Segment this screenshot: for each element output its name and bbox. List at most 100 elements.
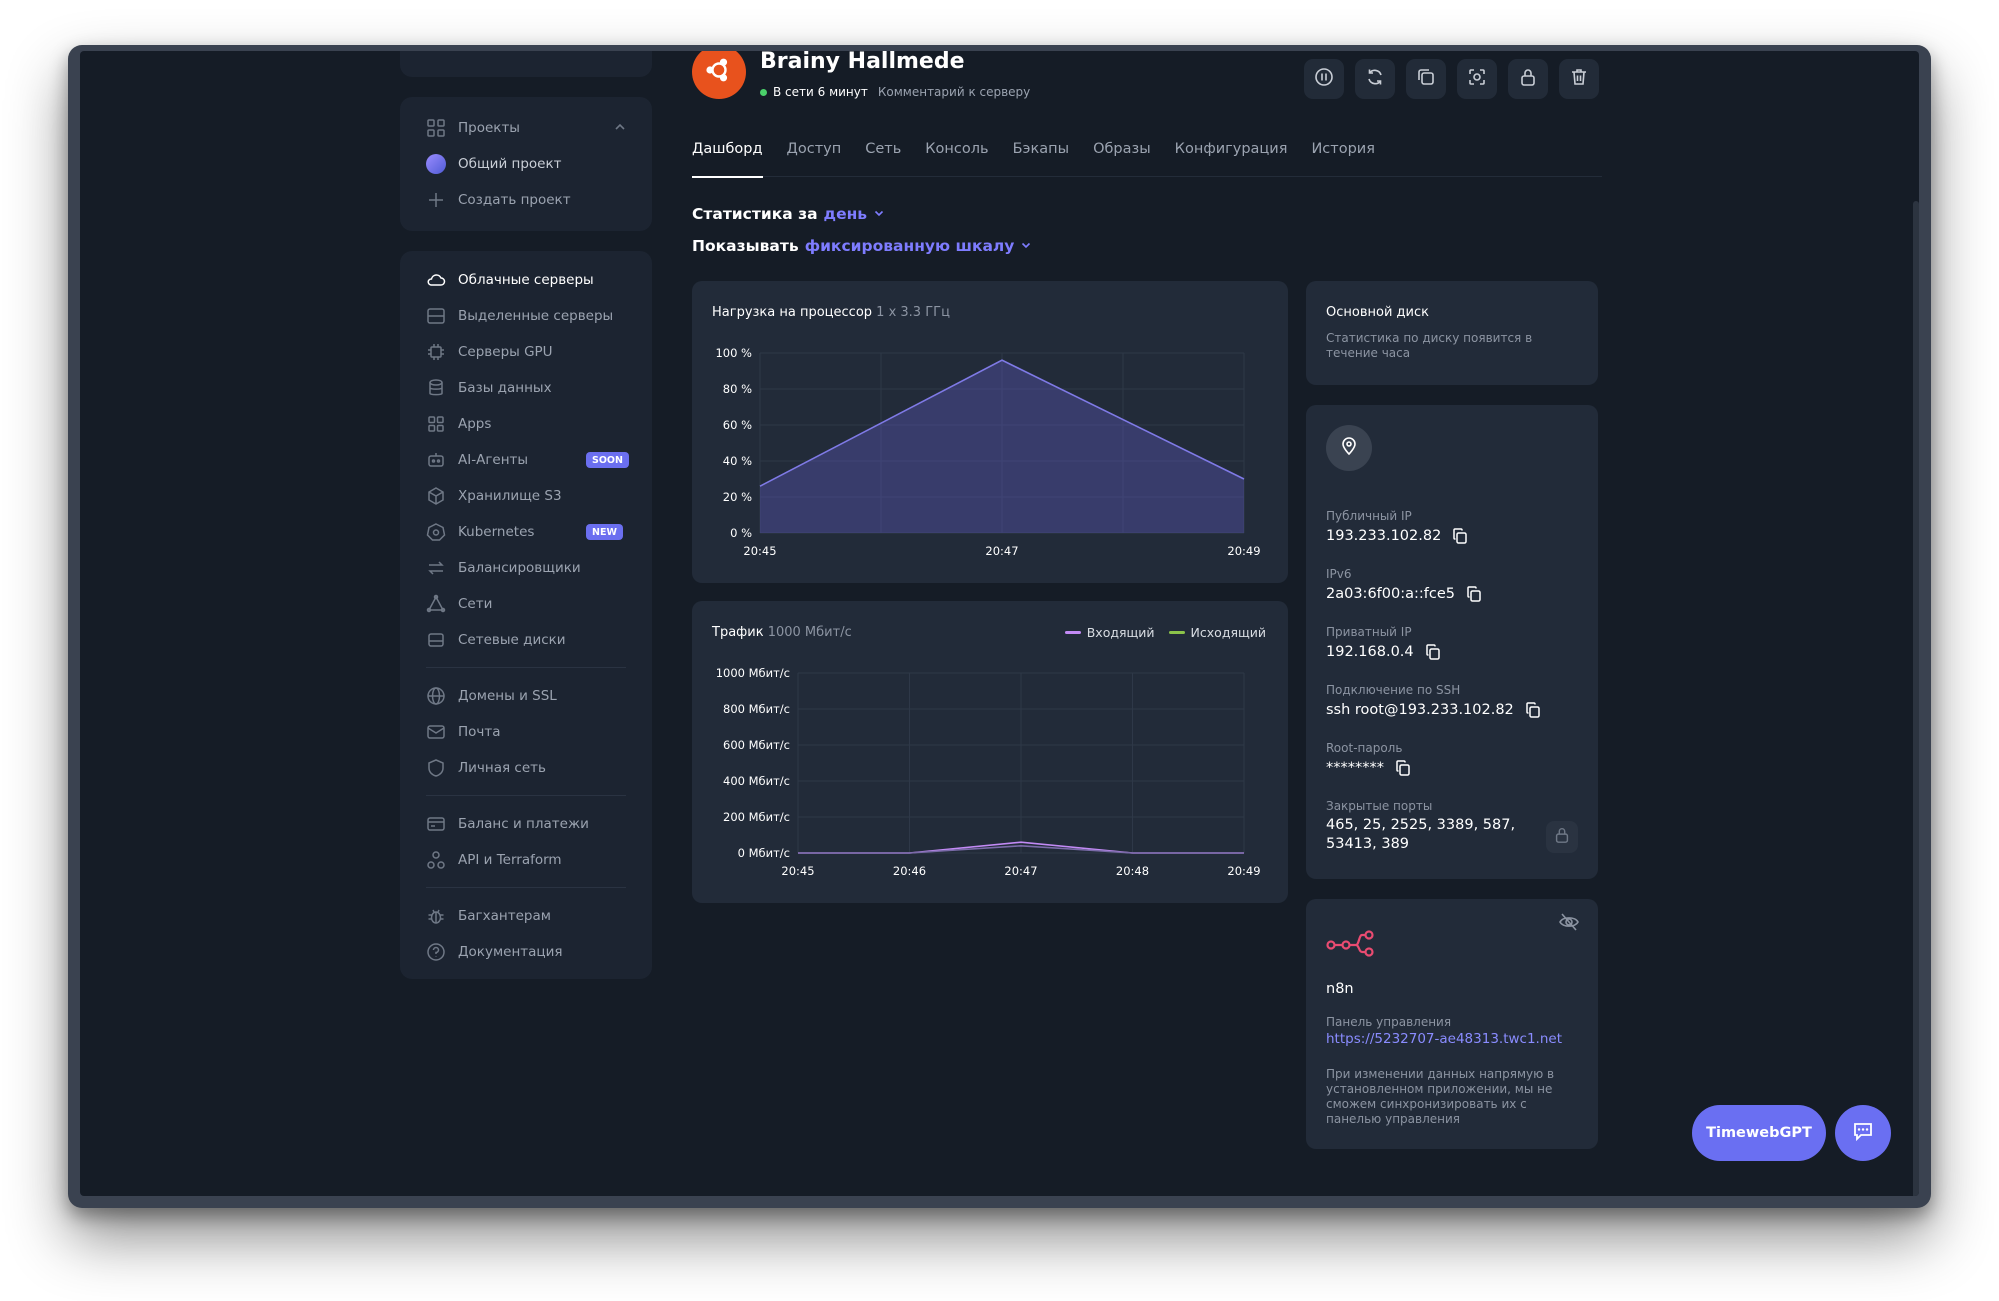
comment-link[interactable]: Комментарий к серверу	[878, 85, 1030, 99]
clone-icon	[1416, 67, 1436, 91]
help-icon	[426, 942, 446, 962]
private-ip-label: Приватный IP	[1326, 625, 1412, 639]
y-tick-label: 400 Мбит/с	[723, 774, 790, 788]
sidebar-item-gpu[interactable]: Серверы GPU	[426, 341, 553, 363]
copy-icon[interactable]	[1524, 701, 1542, 719]
server-toolbar	[1304, 59, 1599, 99]
copy-icon[interactable]	[1451, 527, 1469, 545]
database-icon	[426, 378, 446, 398]
delete-button[interactable]	[1559, 59, 1599, 99]
mail-icon	[426, 722, 446, 742]
apps-icon	[426, 414, 446, 434]
snapshot-button[interactable]	[1457, 59, 1497, 99]
sidebar-item-cloud-servers[interactable]: Облачные серверы	[426, 269, 594, 291]
status-line: В сети 6 минут Комментарий к серверу	[760, 85, 1030, 99]
sidebar-item-label: Apps	[458, 416, 492, 432]
lock-button[interactable]	[1508, 59, 1548, 99]
ssh-value[interactable]: ssh root@193.233.102.82	[1326, 702, 1514, 718]
sidebar-item-label: Баланс и платежи	[458, 816, 589, 832]
copy-icon[interactable]	[1465, 585, 1483, 603]
plus-icon	[426, 190, 446, 210]
sidebar-projects: Проекты Общий проект Создать проект	[400, 97, 652, 231]
private-ip-row: 192.168.0.4	[1326, 643, 1442, 661]
sidebar-item-apps[interactable]: Apps	[426, 413, 491, 435]
x-tick-label: 20:45	[743, 544, 776, 558]
sidebar-item-label: Серверы GPU	[458, 344, 553, 360]
create-project-item[interactable]: Создать проект	[426, 189, 571, 211]
tab-access[interactable]: Доступ	[787, 139, 866, 177]
status-text: В сети 6 минут	[773, 85, 868, 99]
sidebar-item-ai-agents[interactable]: AI-Агенты	[426, 449, 528, 471]
sidebar-item-databases[interactable]: Базы данных	[426, 377, 552, 399]
scrollbar[interactable]	[1913, 201, 1919, 1196]
ipv6-row: 2a03:6f00:a::fce5	[1326, 585, 1483, 603]
timeweb-gpt-button[interactable]: TimewebGPT	[1692, 1105, 1826, 1161]
root-password-row: ********	[1326, 759, 1412, 777]
y-tick-label: 0 %	[730, 526, 752, 540]
x-tick-label: 20:47	[1004, 864, 1037, 878]
period-dropdown[interactable]: день	[824, 205, 885, 223]
bug-icon	[426, 906, 446, 926]
stats-scale-prefix: Показывать	[692, 237, 799, 255]
y-tick-label: 40 %	[723, 454, 752, 468]
card-icon	[426, 814, 446, 834]
x-tick-label: 20:48	[1116, 864, 1149, 878]
disk-card: Основной диск Статистика по диску появит…	[1306, 281, 1598, 385]
chevron-up-icon[interactable]	[612, 119, 628, 139]
tab-network[interactable]: Сеть	[865, 139, 925, 177]
sidebar-item-docs[interactable]: Документация	[426, 941, 563, 963]
chat-button[interactable]	[1835, 1105, 1891, 1161]
sidebar-divider	[426, 795, 626, 796]
tab-backups[interactable]: Бэкапы	[1013, 139, 1093, 177]
copy-icon[interactable]	[1424, 643, 1442, 661]
scale-dropdown[interactable]: фиксированную шкалу	[805, 237, 1032, 255]
private-ip-value[interactable]: 192.168.0.4	[1326, 644, 1414, 660]
ports-lock-button[interactable]	[1546, 821, 1578, 853]
trash-icon	[1569, 67, 1589, 91]
restart-button[interactable]	[1355, 59, 1395, 99]
sidebar-item-kubernetes[interactable]: Kubernetes	[426, 521, 534, 543]
sidebar-item-domains[interactable]: Домены и SSL	[426, 685, 557, 707]
disk-title: Основной диск	[1326, 305, 1429, 320]
sidebar-item-label: Сети	[458, 596, 493, 612]
clone-button[interactable]	[1406, 59, 1446, 99]
sidebar-item-balancers[interactable]: Балансировщики	[426, 557, 581, 579]
cube-icon	[426, 486, 446, 506]
public-ip-label: Публичный IP	[1326, 509, 1412, 523]
sidebar-item-billing[interactable]: Баланс и платежи	[426, 813, 589, 835]
tab-images[interactable]: Образы	[1093, 139, 1175, 177]
projects-label: Проекты	[458, 120, 520, 136]
sidebar-item-bughunters[interactable]: Багхантерам	[426, 905, 551, 927]
eye-off-icon[interactable]	[1558, 911, 1580, 937]
sidebar-item-network-disks[interactable]: Сетевые диски	[426, 629, 566, 651]
sidebar-item-api[interactable]: API и Terraform	[426, 849, 562, 871]
x-tick-label: 20:49	[1227, 864, 1260, 878]
sidebar-nav: Облачные серверы Выделенные серверы Серв…	[400, 251, 652, 979]
panel-url-link[interactable]: https://5232707-ae48313.twc1.net	[1326, 1031, 1562, 1047]
tab-console[interactable]: Консоль	[925, 139, 1012, 177]
ipv6-value[interactable]: 2a03:6f00:a::fce5	[1326, 586, 1455, 602]
project-item-shared[interactable]: Общий проект	[426, 153, 562, 175]
sidebar-item-mail[interactable]: Почта	[426, 721, 501, 743]
y-tick-label: 200 Мбит/с	[723, 810, 790, 824]
sidebar-item-dedicated[interactable]: Выделенные серверы	[426, 305, 613, 327]
sidebar-item-networks[interactable]: Сети	[426, 593, 492, 615]
public-ip-value[interactable]: 193.233.102.82	[1326, 528, 1441, 544]
tab-history[interactable]: История	[1311, 139, 1399, 177]
grid-icon	[426, 118, 446, 138]
projects-header[interactable]: Проекты	[426, 117, 520, 139]
disk-note: Статистика по диску появится в течение ч…	[1326, 331, 1533, 360]
root-password-value[interactable]: ********	[1326, 760, 1384, 776]
sidebar-item-s3[interactable]: Хранилище S3	[426, 485, 562, 507]
tab-dashboard[interactable]: Дашборд	[692, 139, 787, 178]
copy-icon[interactable]	[1394, 759, 1412, 777]
pause-button[interactable]	[1304, 59, 1344, 99]
tab-configuration[interactable]: Конфигурация	[1175, 139, 1312, 177]
sidebar-item-label: Базы данных	[458, 380, 552, 396]
location-badge	[1326, 425, 1372, 471]
api-icon	[426, 850, 446, 870]
y-tick-label: 1000 Мбит/с	[716, 666, 790, 680]
sidebar-item-label: Личная сеть	[458, 760, 546, 776]
sidebar-top-card	[400, 51, 652, 77]
sidebar-item-private-network[interactable]: Личная сеть	[426, 757, 546, 779]
